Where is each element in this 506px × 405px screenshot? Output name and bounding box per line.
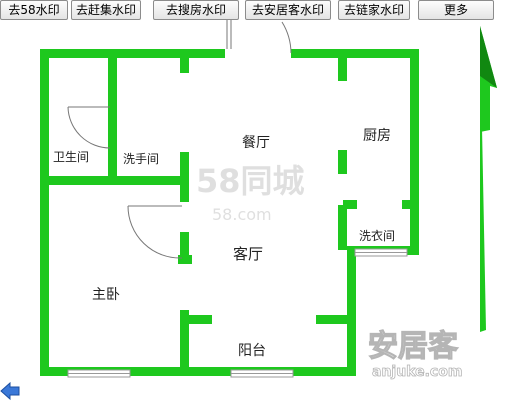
watermark-58-text: 58同城: [196, 162, 305, 200]
room-label-kitchen: 厨房: [363, 128, 391, 144]
room-label-washroom: 洗手间: [123, 152, 159, 166]
entrance-door: [226, 20, 292, 54]
watermark-anjuke: 安居客 anjuke.com: [367, 328, 462, 380]
room-label-laundry: 洗衣间: [359, 228, 395, 243]
room-label-dining: 餐厅: [242, 135, 270, 151]
floor-plan: 58同城 58.com 卫生间 洗手间 餐厅 厨房 洗衣间 客厅 主卧 阳台 安…: [40, 20, 497, 380]
room-label-bathroom: 卫生间: [53, 150, 89, 164]
room-label-master-bedroom: 主卧: [92, 287, 120, 303]
room-label-balcony: 阳台: [238, 343, 266, 359]
room-label-living: 客厅: [233, 245, 263, 263]
back-arrow-icon[interactable]: [0, 381, 20, 401]
north-arrow-icon: [480, 26, 497, 332]
watermark-anjuke-domain: anjuke.com: [372, 364, 462, 380]
watermark-anjuke-text: 安居客: [368, 329, 458, 364]
watermark-58-sub: 58.com: [212, 205, 272, 224]
